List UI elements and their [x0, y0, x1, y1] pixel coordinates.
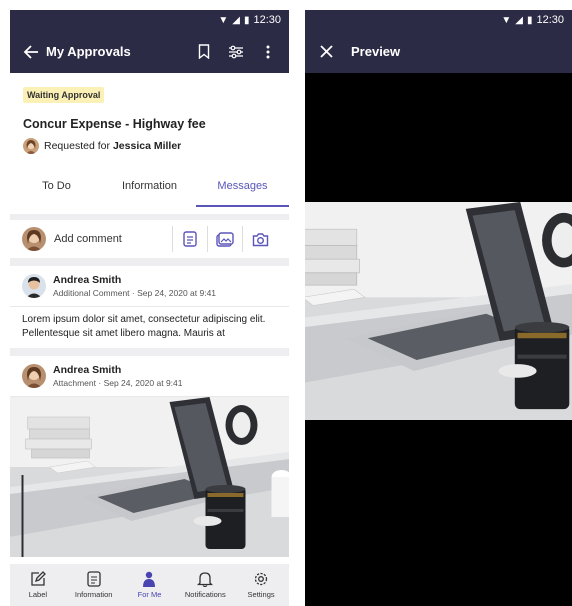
- document-icon: [87, 571, 101, 587]
- preview-screen: ▼ ◢ ▮ 12:30 Preview: [305, 10, 572, 606]
- preview-image[interactable]: [305, 202, 572, 420]
- message-author: Andrea Smith: [53, 364, 122, 376]
- message-body: Lorem ipsum dolor sit amet, consectetur …: [10, 306, 289, 348]
- message-meta: Additional Comment · Sep 24, 2020 at 9:4…: [53, 288, 217, 298]
- status-time: 12:30: [253, 14, 281, 26]
- bottom-navigation: Label Information For Me Notifications S…: [10, 564, 289, 606]
- nav-notifications-text: Notifications: [184, 590, 226, 599]
- message-author: Andrea Smith: [53, 274, 122, 286]
- gear-icon: [254, 572, 268, 586]
- message-header: Andrea Smith Attachment · Sep 24, 2020 a…: [10, 356, 289, 397]
- requested-for: Requested for Jessica Miller: [23, 138, 276, 154]
- tab-bar: To Do Information Messages: [10, 174, 289, 207]
- bell-icon: [197, 572, 214, 587]
- nav-notifications[interactable]: Notifications: [177, 564, 233, 606]
- person-icon: [143, 571, 156, 587]
- requested-for-label: Requested for: [44, 140, 110, 152]
- more-vert-icon[interactable]: [257, 41, 279, 63]
- nav-label-text: Label: [28, 590, 48, 599]
- nav-information[interactable]: Information: [66, 564, 122, 606]
- edit-icon: [31, 571, 46, 586]
- signal-icon: ◢: [232, 14, 240, 26]
- request-title: Concur Expense - Highway fee: [23, 117, 206, 131]
- message-date: Sep 24, 2020 at 9:41: [103, 378, 183, 388]
- message-type: Additional Comment: [53, 288, 130, 298]
- add-comment-input[interactable]: Add comment: [54, 233, 172, 245]
- back-arrow-icon[interactable]: [20, 41, 42, 63]
- tab-information[interactable]: Information: [103, 174, 196, 207]
- nav-for-me-text: For Me: [137, 590, 162, 599]
- camera-icon[interactable]: [242, 226, 277, 252]
- nav-for-me[interactable]: For Me: [122, 564, 178, 606]
- requested-for-name: Jessica Miller: [112, 140, 182, 152]
- bookmark-icon[interactable]: [193, 41, 215, 63]
- message-type: Attachment: [53, 378, 96, 388]
- attach-document-icon[interactable]: [172, 226, 207, 252]
- status-badge: Waiting Approval: [23, 87, 105, 103]
- battery-icon: ▮: [526, 14, 533, 26]
- nav-label[interactable]: Label: [10, 564, 66, 606]
- signal-icon: ◢: [515, 14, 523, 26]
- nav-information-text: Information: [74, 590, 113, 599]
- app-bar: Preview: [305, 30, 572, 73]
- approval-detail-screen: ▼ ◢ ▮ 12:30 My Approvals Waiting Approva…: [10, 10, 289, 606]
- avatar: [23, 138, 39, 154]
- message-meta: Attachment · Sep 24, 2020 at 9:41: [53, 378, 183, 388]
- battery-icon: ▮: [243, 14, 250, 26]
- preview-title: Preview: [351, 44, 401, 59]
- nav-settings[interactable]: Settings: [233, 564, 289, 606]
- tab-to-do[interactable]: To Do: [10, 174, 103, 207]
- filter-icon[interactable]: [225, 41, 247, 63]
- message-header: Andrea Smith Additional Comment · Sep 24…: [10, 266, 289, 306]
- wifi-icon: ▼: [218, 14, 229, 26]
- message-date: Sep 24, 2020 at 9:41: [137, 288, 217, 298]
- avatar: [22, 274, 46, 298]
- status-bar: ▼ ◢ ▮ 12:30: [305, 10, 572, 30]
- comment-composer: Add comment: [10, 220, 289, 258]
- message-item: Andrea Smith Attachment · Sep 24, 2020 a…: [10, 356, 289, 586]
- app-bar: My Approvals: [10, 30, 289, 73]
- nav-settings-text: Settings: [247, 590, 275, 599]
- message-item: Andrea Smith Additional Comment · Sep 24…: [10, 266, 289, 348]
- tab-messages[interactable]: Messages: [196, 174, 289, 207]
- status-bar: ▼ ◢ ▮ 12:30: [10, 10, 289, 30]
- wifi-icon: ▼: [501, 14, 512, 26]
- avatar: [22, 227, 46, 251]
- avatar: [22, 364, 46, 388]
- request-header: Waiting Approval Concur Expense - Highwa…: [10, 73, 289, 214]
- page-title: My Approvals: [46, 44, 131, 59]
- status-time: 12:30: [536, 14, 564, 26]
- attachment-image[interactable]: [10, 397, 289, 557]
- close-icon[interactable]: [315, 41, 337, 63]
- attach-image-icon[interactable]: [207, 226, 242, 252]
